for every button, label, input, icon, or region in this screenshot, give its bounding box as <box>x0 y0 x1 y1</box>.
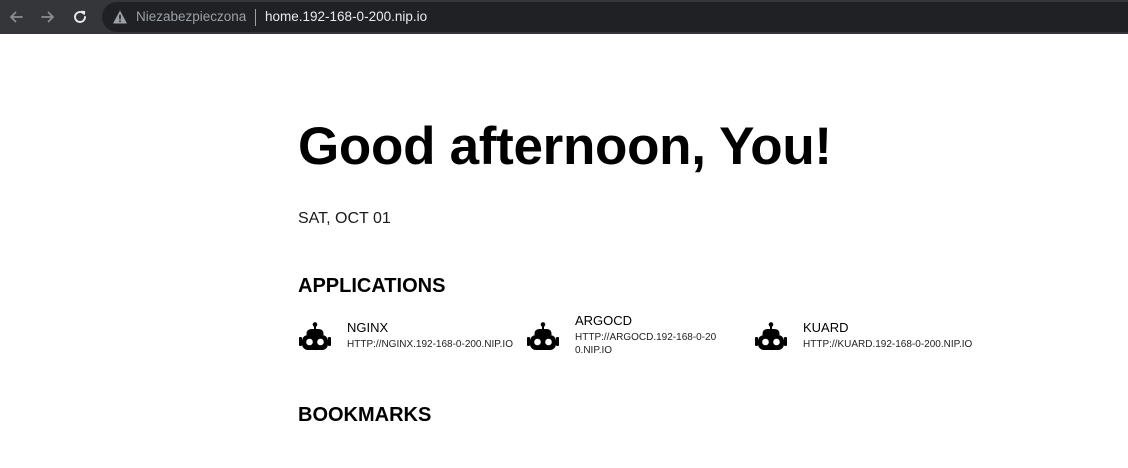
reload-icon <box>74 10 86 23</box>
address-bar-divider <box>255 9 256 26</box>
app-link-kuard[interactable]: KUARD HTTP://KUARD.192-168-0-200.NIP.IO <box>754 316 994 360</box>
arrow-back-icon <box>10 11 23 23</box>
url-text[interactable]: home.192-168-0-200.nip.io <box>265 9 427 25</box>
robot-icon <box>755 322 787 350</box>
app-url: HTTP://NGINX.192-168-0-200.NIP.IO <box>347 339 513 350</box>
app-link-argocd[interactable]: ARGOCD HTTP://ARGOCD.192-168-0-200.NIP.I… <box>526 312 726 362</box>
date-label: SAT, OCT 01 <box>298 210 391 227</box>
applications-heading: APPLICATIONS <box>298 275 446 297</box>
app-url: HTTP://ARGOCD.192-168-0-200.NIP.IO <box>575 332 717 356</box>
reload-button[interactable] <box>68 5 92 29</box>
robot-icon <box>527 322 559 350</box>
forward-button[interactable] <box>36 5 60 29</box>
robot-icon <box>299 322 331 350</box>
arrow-forward-icon <box>41 11 54 23</box>
greeting-heading: Good afternoon, You! <box>298 117 832 176</box>
app-name: KUARD <box>803 320 849 335</box>
warning-triangle-icon <box>113 10 127 24</box>
address-bar[interactable]: Niezabezpieczona home.192-168-0-200.nip.… <box>102 2 1128 32</box>
security-status-label[interactable]: Niezabezpieczona <box>136 9 246 25</box>
app-url: HTTP://KUARD.192-168-0-200.NIP.IO <box>803 339 973 350</box>
back-button[interactable] <box>4 5 28 29</box>
app-name: ARGOCD <box>575 313 633 328</box>
bookmarks-heading: BOOKMARKS <box>298 404 432 426</box>
app-name: NGINX <box>347 320 389 335</box>
app-link-nginx[interactable]: NGINX HTTP://NGINX.192-168-0-200.NIP.IO <box>298 316 524 360</box>
browser-toolbar: Niezabezpieczona home.192-168-0-200.nip.… <box>0 0 1128 34</box>
